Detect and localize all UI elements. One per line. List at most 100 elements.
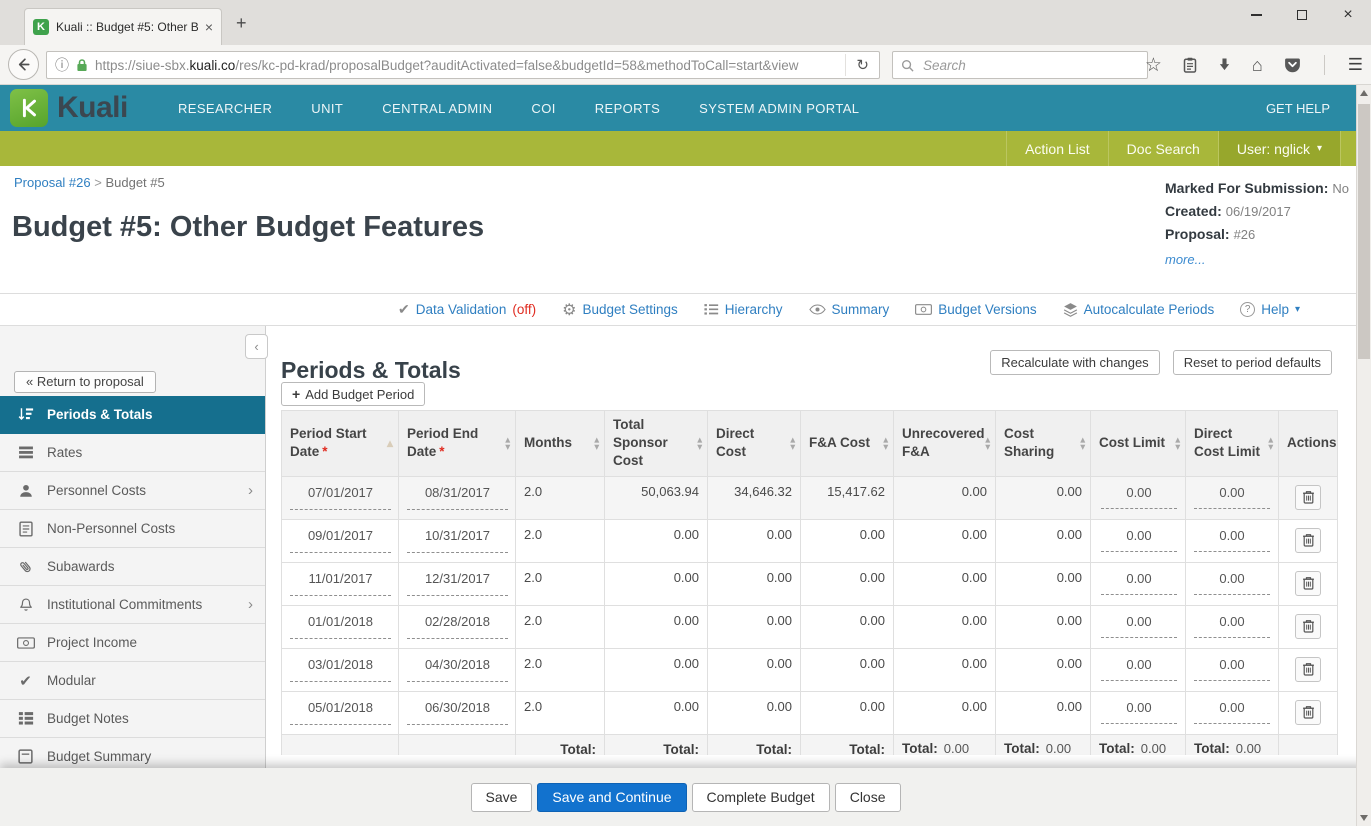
toolbar-budget-versions[interactable]: Budget Versions [915, 302, 1036, 317]
reload-button[interactable]: ↻ [845, 54, 875, 76]
search-bar[interactable] [892, 51, 1148, 79]
col-period-end-date[interactable]: Period End Date* [399, 411, 516, 477]
add-budget-period-button[interactable]: + Add Budget Period [281, 382, 425, 406]
cost-limit-input[interactable]: 0.00 [1101, 524, 1177, 552]
cost-limit-input[interactable]: 0.00 [1101, 481, 1177, 509]
col-total-sponsor-cost[interactable]: Total Sponsor Cost [605, 411, 708, 477]
sidebar-item-budget-notes[interactable]: Budget Notes [0, 700, 265, 738]
sidebar-item-modular[interactable]: ✔ Modular [0, 662, 265, 700]
sort-icon[interactable] [1080, 437, 1085, 450]
sort-icon[interactable] [985, 437, 990, 450]
scroll-up-arrow[interactable] [1360, 90, 1368, 96]
sidebar-item-periods-totals[interactable]: Periods & Totals [0, 396, 265, 434]
direct-cost-limit-input[interactable]: 0.00 [1194, 481, 1270, 509]
search-input[interactable] [921, 57, 1139, 74]
sort-icon[interactable] [790, 437, 795, 450]
user-menu[interactable]: User: nglick ▾ [1218, 131, 1340, 166]
complete-budget-button[interactable]: Complete Budget [692, 783, 830, 812]
close-window-button[interactable]: × [1325, 0, 1371, 30]
url-bar[interactable]: ⓘ https://siue-sbx.kuali.co/res/kc-pd-kr… [46, 51, 880, 79]
cost-limit-input[interactable]: 0.00 [1101, 610, 1177, 638]
delete-period-button[interactable] [1295, 571, 1321, 596]
direct-cost-limit-input[interactable]: 0.00 [1194, 567, 1270, 595]
period-start-input[interactable]: 07/01/2017 [290, 480, 391, 510]
toolbar-data-validation[interactable]: ✔ Data Validation (off) [398, 301, 536, 318]
close-button[interactable]: Close [835, 783, 901, 812]
period-start-input[interactable]: 03/01/2018 [290, 652, 391, 682]
scroll-down-arrow[interactable] [1360, 815, 1368, 821]
toolbar-autocalculate-periods[interactable]: Autocalculate Periods [1063, 302, 1215, 317]
minimize-button[interactable] [1233, 0, 1279, 30]
site-info-icon[interactable]: ⓘ [55, 55, 69, 75]
bookmarks-list-icon[interactable] [1183, 57, 1197, 73]
nav-item-unit[interactable]: UNIT [311, 101, 343, 116]
back-button[interactable] [8, 49, 39, 80]
nav-item-reports[interactable]: REPORTS [595, 101, 660, 116]
sort-icon[interactable] [883, 437, 888, 450]
delete-period-button[interactable] [1295, 614, 1321, 639]
sidebar-item-rates[interactable]: Rates [0, 434, 265, 472]
reset-defaults-button[interactable]: Reset to period defaults [1173, 350, 1332, 375]
save-button[interactable]: Save [471, 783, 533, 812]
sort-icon[interactable] [1175, 437, 1180, 450]
toolbar-summary[interactable]: Summary [809, 302, 890, 317]
period-end-input[interactable]: 12/31/2017 [407, 566, 508, 596]
collapse-sidebar-button[interactable]: ‹ [245, 334, 268, 359]
col-cost-limit[interactable]: Cost Limit [1091, 411, 1186, 477]
maximize-button[interactable] [1279, 0, 1325, 30]
action-list-link[interactable]: Action List [1006, 131, 1108, 166]
period-start-input[interactable]: 11/01/2017 [290, 566, 391, 596]
sort-icon[interactable] [387, 438, 393, 448]
home-icon[interactable]: ⌂ [1252, 55, 1263, 76]
col-direct-cost-limit[interactable]: Direct Cost Limit [1186, 411, 1279, 477]
nav-item-coi[interactable]: COI [531, 101, 555, 116]
breadcrumb-proposal-link[interactable]: Proposal #26 [14, 175, 91, 190]
period-end-input[interactable]: 06/30/2018 [407, 695, 508, 725]
col-cost-sharing[interactable]: Cost Sharing [996, 411, 1091, 477]
download-icon[interactable] [1218, 58, 1231, 72]
period-start-input[interactable]: 01/01/2018 [290, 609, 391, 639]
bookmark-star-icon[interactable]: ☆ [1145, 54, 1162, 77]
pocket-icon[interactable] [1284, 57, 1301, 73]
col-period-start-date[interactable]: Period Start Date* [282, 411, 399, 477]
new-tab-button[interactable]: + [236, 13, 247, 34]
direct-cost-limit-input[interactable]: 0.00 [1194, 653, 1270, 681]
delete-period-button[interactable] [1295, 528, 1321, 553]
col-direct-cost[interactable]: Direct Cost [708, 411, 801, 477]
period-start-input[interactable]: 09/01/2017 [290, 523, 391, 553]
sidebar-item-project-income[interactable]: Project Income [0, 624, 265, 662]
sidebar-item-subawards[interactable]: Subawards [0, 548, 265, 586]
toolbar-budget-settings[interactable]: ⚙ Budget Settings [562, 300, 678, 320]
tab-close-icon[interactable]: × [205, 19, 213, 35]
period-start-input[interactable]: 05/01/2018 [290, 695, 391, 725]
save-and-continue-button[interactable]: Save and Continue [537, 783, 686, 812]
nav-item-central-admin[interactable]: CENTRAL ADMIN [382, 101, 492, 116]
doc-search-link[interactable]: Doc Search [1108, 131, 1218, 166]
toolbar-help[interactable]: ? Help ▾ [1240, 302, 1300, 317]
kuali-logo[interactable]: Kuali [10, 89, 128, 127]
direct-cost-limit-input[interactable]: 0.00 [1194, 524, 1270, 552]
col-unrecovered-fa[interactable]: Unrecovered F&A [894, 411, 996, 477]
cost-limit-input[interactable]: 0.00 [1101, 696, 1177, 724]
period-end-input[interactable]: 10/31/2017 [407, 523, 508, 553]
period-end-input[interactable]: 02/28/2018 [407, 609, 508, 639]
sidebar-item-personnel-costs[interactable]: Personnel Costs › [0, 472, 265, 510]
sidebar-item-non-personnel-costs[interactable]: Non-Personnel Costs [0, 510, 265, 548]
period-end-input[interactable]: 04/30/2018 [407, 652, 508, 682]
col-fa-cost[interactable]: F&A Cost [801, 411, 894, 477]
delete-period-button[interactable] [1295, 485, 1321, 510]
recalculate-button[interactable]: Recalculate with changes [990, 350, 1159, 375]
nav-item-researcher[interactable]: RESEARCHER [178, 101, 272, 116]
nav-item-system-admin-portal[interactable]: SYSTEM ADMIN PORTAL [699, 101, 859, 116]
return-to-proposal-button[interactable]: « Return to proposal [14, 371, 156, 393]
sort-icon[interactable] [505, 437, 510, 450]
sidebar-item-institutional-commitments[interactable]: Institutional Commitments › [0, 586, 265, 624]
delete-period-button[interactable] [1295, 700, 1321, 725]
period-end-input[interactable]: 08/31/2017 [407, 480, 508, 510]
hamburger-menu-icon[interactable]: ☰ [1348, 55, 1363, 75]
sort-icon[interactable] [594, 437, 599, 450]
page-scrollbar[interactable] [1356, 85, 1371, 826]
cost-limit-input[interactable]: 0.00 [1101, 653, 1177, 681]
direct-cost-limit-input[interactable]: 0.00 [1194, 610, 1270, 638]
get-help-link[interactable]: GET HELP [1266, 85, 1330, 131]
